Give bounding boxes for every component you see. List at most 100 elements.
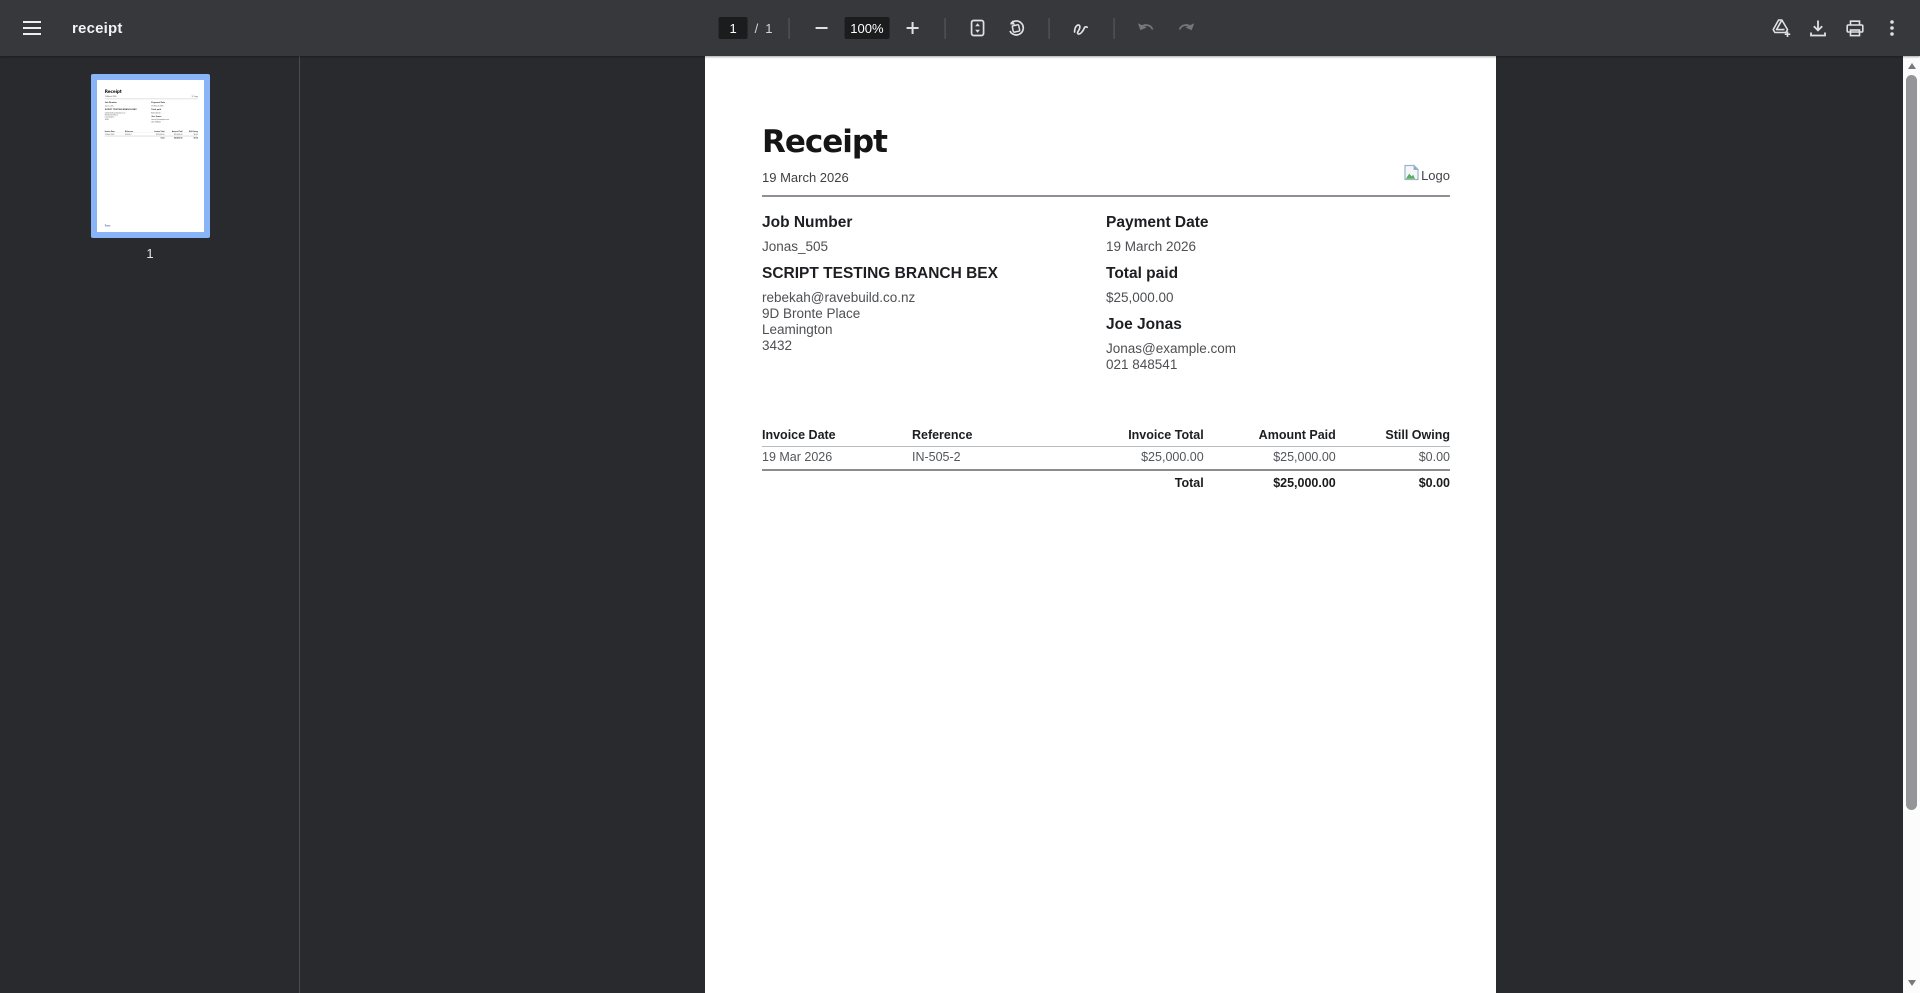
invoice-date-cell: 19 Mar 2026 bbox=[762, 446, 912, 471]
scrollbar-thumb[interactable] bbox=[1906, 75, 1917, 810]
address-line: 3432 bbox=[104, 118, 109, 121]
pdf-page[interactable]: Receipt 19 March 2026 Logo Job Number Jo… bbox=[705, 56, 1496, 993]
payment-date-label: Payment Date bbox=[151, 101, 166, 104]
thumbnail-page-preview: Receipt 19 March 2026 Logo Job Number Jo… bbox=[97, 80, 204, 232]
total-paid-value: $25,000.00 bbox=[1106, 290, 1174, 305]
receipt-date: 19 March 2026 bbox=[762, 170, 849, 185]
pdf-document-content: Receipt 19 March 2026 Logo Job Number Jo… bbox=[97, 80, 204, 232]
toolbar-left: receipt bbox=[0, 12, 300, 44]
scroll-down-button[interactable] bbox=[1903, 975, 1920, 991]
toolbar-center: / 1 100% bbox=[718, 0, 1202, 56]
pdf-viewport: Receipt 19 March 2026 Logo Job Number Jo… bbox=[301, 56, 1903, 993]
toolbar-divider bbox=[1048, 17, 1050, 39]
toolbar-divider bbox=[788, 17, 790, 39]
more-options-icon bbox=[1890, 20, 1894, 36]
fit-page-button[interactable] bbox=[961, 12, 993, 44]
customer-name: Joe Jonas bbox=[1106, 316, 1182, 333]
payment-date-label: Payment Date bbox=[1106, 214, 1209, 231]
total-paid-label: Total paid bbox=[1106, 265, 1179, 282]
toolbar-divider bbox=[944, 17, 946, 39]
zoom-out-icon bbox=[814, 21, 828, 35]
company-email: rebekah@ravebuild.co.nz bbox=[762, 290, 916, 305]
col-invoice-date: Invoice Date bbox=[762, 428, 912, 447]
undo-icon bbox=[1137, 21, 1155, 35]
total-label: Total bbox=[1174, 476, 1204, 490]
customer-contact-line: 021 848541 bbox=[151, 120, 161, 123]
receipt-date: 19 March 2026 bbox=[104, 95, 117, 98]
page-separator: / bbox=[754, 20, 759, 36]
download-button[interactable] bbox=[1802, 12, 1834, 44]
thumbnail-sidebar: Receipt 19 March 2026 Logo Job Number Jo… bbox=[0, 56, 300, 993]
reference-cell: IN-505-2 bbox=[911, 446, 1032, 471]
receipt-title: Receipt bbox=[762, 124, 888, 160]
redo-icon bbox=[1176, 21, 1195, 35]
customer-contact-line: Jonas@example.com bbox=[1106, 341, 1237, 356]
print-button[interactable] bbox=[1839, 12, 1871, 44]
vertical-scrollbar[interactable] bbox=[1903, 56, 1920, 993]
col-still-owing: Still Owing bbox=[1335, 428, 1450, 447]
receipt-details: Job Number Jonas_505 SCRIPT TESTING BRAN… bbox=[762, 213, 1450, 373]
still-owing-cell: $0.00 bbox=[1335, 446, 1450, 471]
menu-button[interactable] bbox=[16, 12, 48, 44]
address-line: 3432 bbox=[762, 338, 793, 353]
logo-broken-image: Logo bbox=[1403, 164, 1450, 186]
job-number-label: Job Number bbox=[104, 101, 117, 104]
save-to-drive-button[interactable] bbox=[1765, 12, 1797, 44]
page-number-input[interactable] bbox=[718, 17, 748, 39]
col-invoice-total: Invoice Total bbox=[1031, 428, 1204, 447]
company-name: SCRIPT TESTING BRANCH BEX bbox=[762, 265, 998, 282]
customer-contact-line: 021 848541 bbox=[1106, 357, 1178, 372]
download-icon bbox=[1810, 20, 1826, 37]
company-name: SCRIPT TESTING BRANCH BEX bbox=[104, 108, 137, 111]
total-label: Total bbox=[160, 136, 165, 139]
job-number-label: Job Number bbox=[762, 214, 853, 231]
receipt-details: Job Number Jonas_505 SCRIPT TESTING BRAN… bbox=[105, 101, 198, 123]
logo-alt-text: Logo bbox=[193, 95, 198, 98]
scroll-down-icon bbox=[1907, 980, 1916, 986]
more-options-button[interactable] bbox=[1876, 12, 1908, 44]
customer-name: Joe Jonas bbox=[151, 115, 162, 118]
payment-date-value: 19 March 2026 bbox=[1106, 239, 1197, 254]
scroll-up-button[interactable] bbox=[1903, 58, 1920, 74]
total-paid-value: $25,000.00 bbox=[151, 111, 161, 114]
total-amount-paid: $25,000.00 bbox=[173, 136, 183, 139]
payment-details-column: Payment Date 19 March 2026 Total paid $2… bbox=[151, 101, 198, 123]
invoice-table-header-row: Invoice Date Reference Invoice Total Amo… bbox=[762, 428, 1450, 447]
rotate-ccw-button[interactable] bbox=[1000, 12, 1032, 44]
rave-footer-logo: Rave bbox=[104, 224, 111, 227]
receipt-meta-row: 19 March 2026 Logo bbox=[762, 164, 1450, 186]
zoom-level-display[interactable]: 100% bbox=[844, 17, 890, 39]
total-amount-paid: $25,000.00 bbox=[1273, 476, 1336, 490]
payment-details-column: Payment Date 19 March 2026 Total paid $2… bbox=[1106, 213, 1450, 373]
print-icon bbox=[1846, 19, 1864, 37]
total-still-owing: $0.00 bbox=[1418, 476, 1450, 490]
invoice-total-row: Total $25,000.00 $0.00 bbox=[762, 470, 1450, 495]
zoom-in-icon bbox=[905, 21, 919, 35]
annotate-icon bbox=[1071, 19, 1091, 37]
invoice-row: 19 Mar 2026 IN-505-2 $25,000.00 $25,000.… bbox=[762, 446, 1450, 471]
save-to-drive-icon bbox=[1770, 18, 1792, 38]
thumbnail-page-number: 1 bbox=[146, 246, 154, 261]
annotate-button[interactable] bbox=[1065, 12, 1097, 44]
total-paid-label: Total paid bbox=[151, 108, 162, 111]
receipt-title: Receipt bbox=[104, 89, 122, 95]
redo-button[interactable] bbox=[1169, 12, 1201, 44]
pdf-document-content: Receipt 19 March 2026 Logo Job Number Jo… bbox=[705, 56, 1496, 993]
page-thumbnail-selected[interactable]: Receipt 19 March 2026 Logo Job Number Jo… bbox=[91, 74, 210, 238]
total-still-owing: $0.00 bbox=[193, 136, 198, 139]
job-number-value: Jonas_505 bbox=[104, 104, 114, 107]
broken-image-icon bbox=[1403, 164, 1420, 186]
menu-icon bbox=[23, 21, 41, 35]
document-title: receipt bbox=[72, 19, 123, 37]
zoom-out-button[interactable] bbox=[805, 12, 837, 44]
undo-button[interactable] bbox=[1130, 12, 1162, 44]
invoice-total-cell: $25,000.00 bbox=[1031, 446, 1204, 471]
address-line: Leamington bbox=[762, 322, 833, 337]
address-line: 9D Bronte Place bbox=[762, 306, 861, 321]
invoice-total-row: Total $25,000.00 $0.00 bbox=[105, 136, 198, 139]
header-divider bbox=[762, 195, 1450, 197]
zoom-in-button[interactable] bbox=[896, 12, 928, 44]
col-amount-paid: Amount Paid bbox=[1203, 428, 1336, 447]
receipt-meta-row: 19 March 2026 Logo bbox=[104, 94, 198, 98]
job-details-column: Job Number Jonas_505 SCRIPT TESTING BRAN… bbox=[105, 101, 152, 123]
